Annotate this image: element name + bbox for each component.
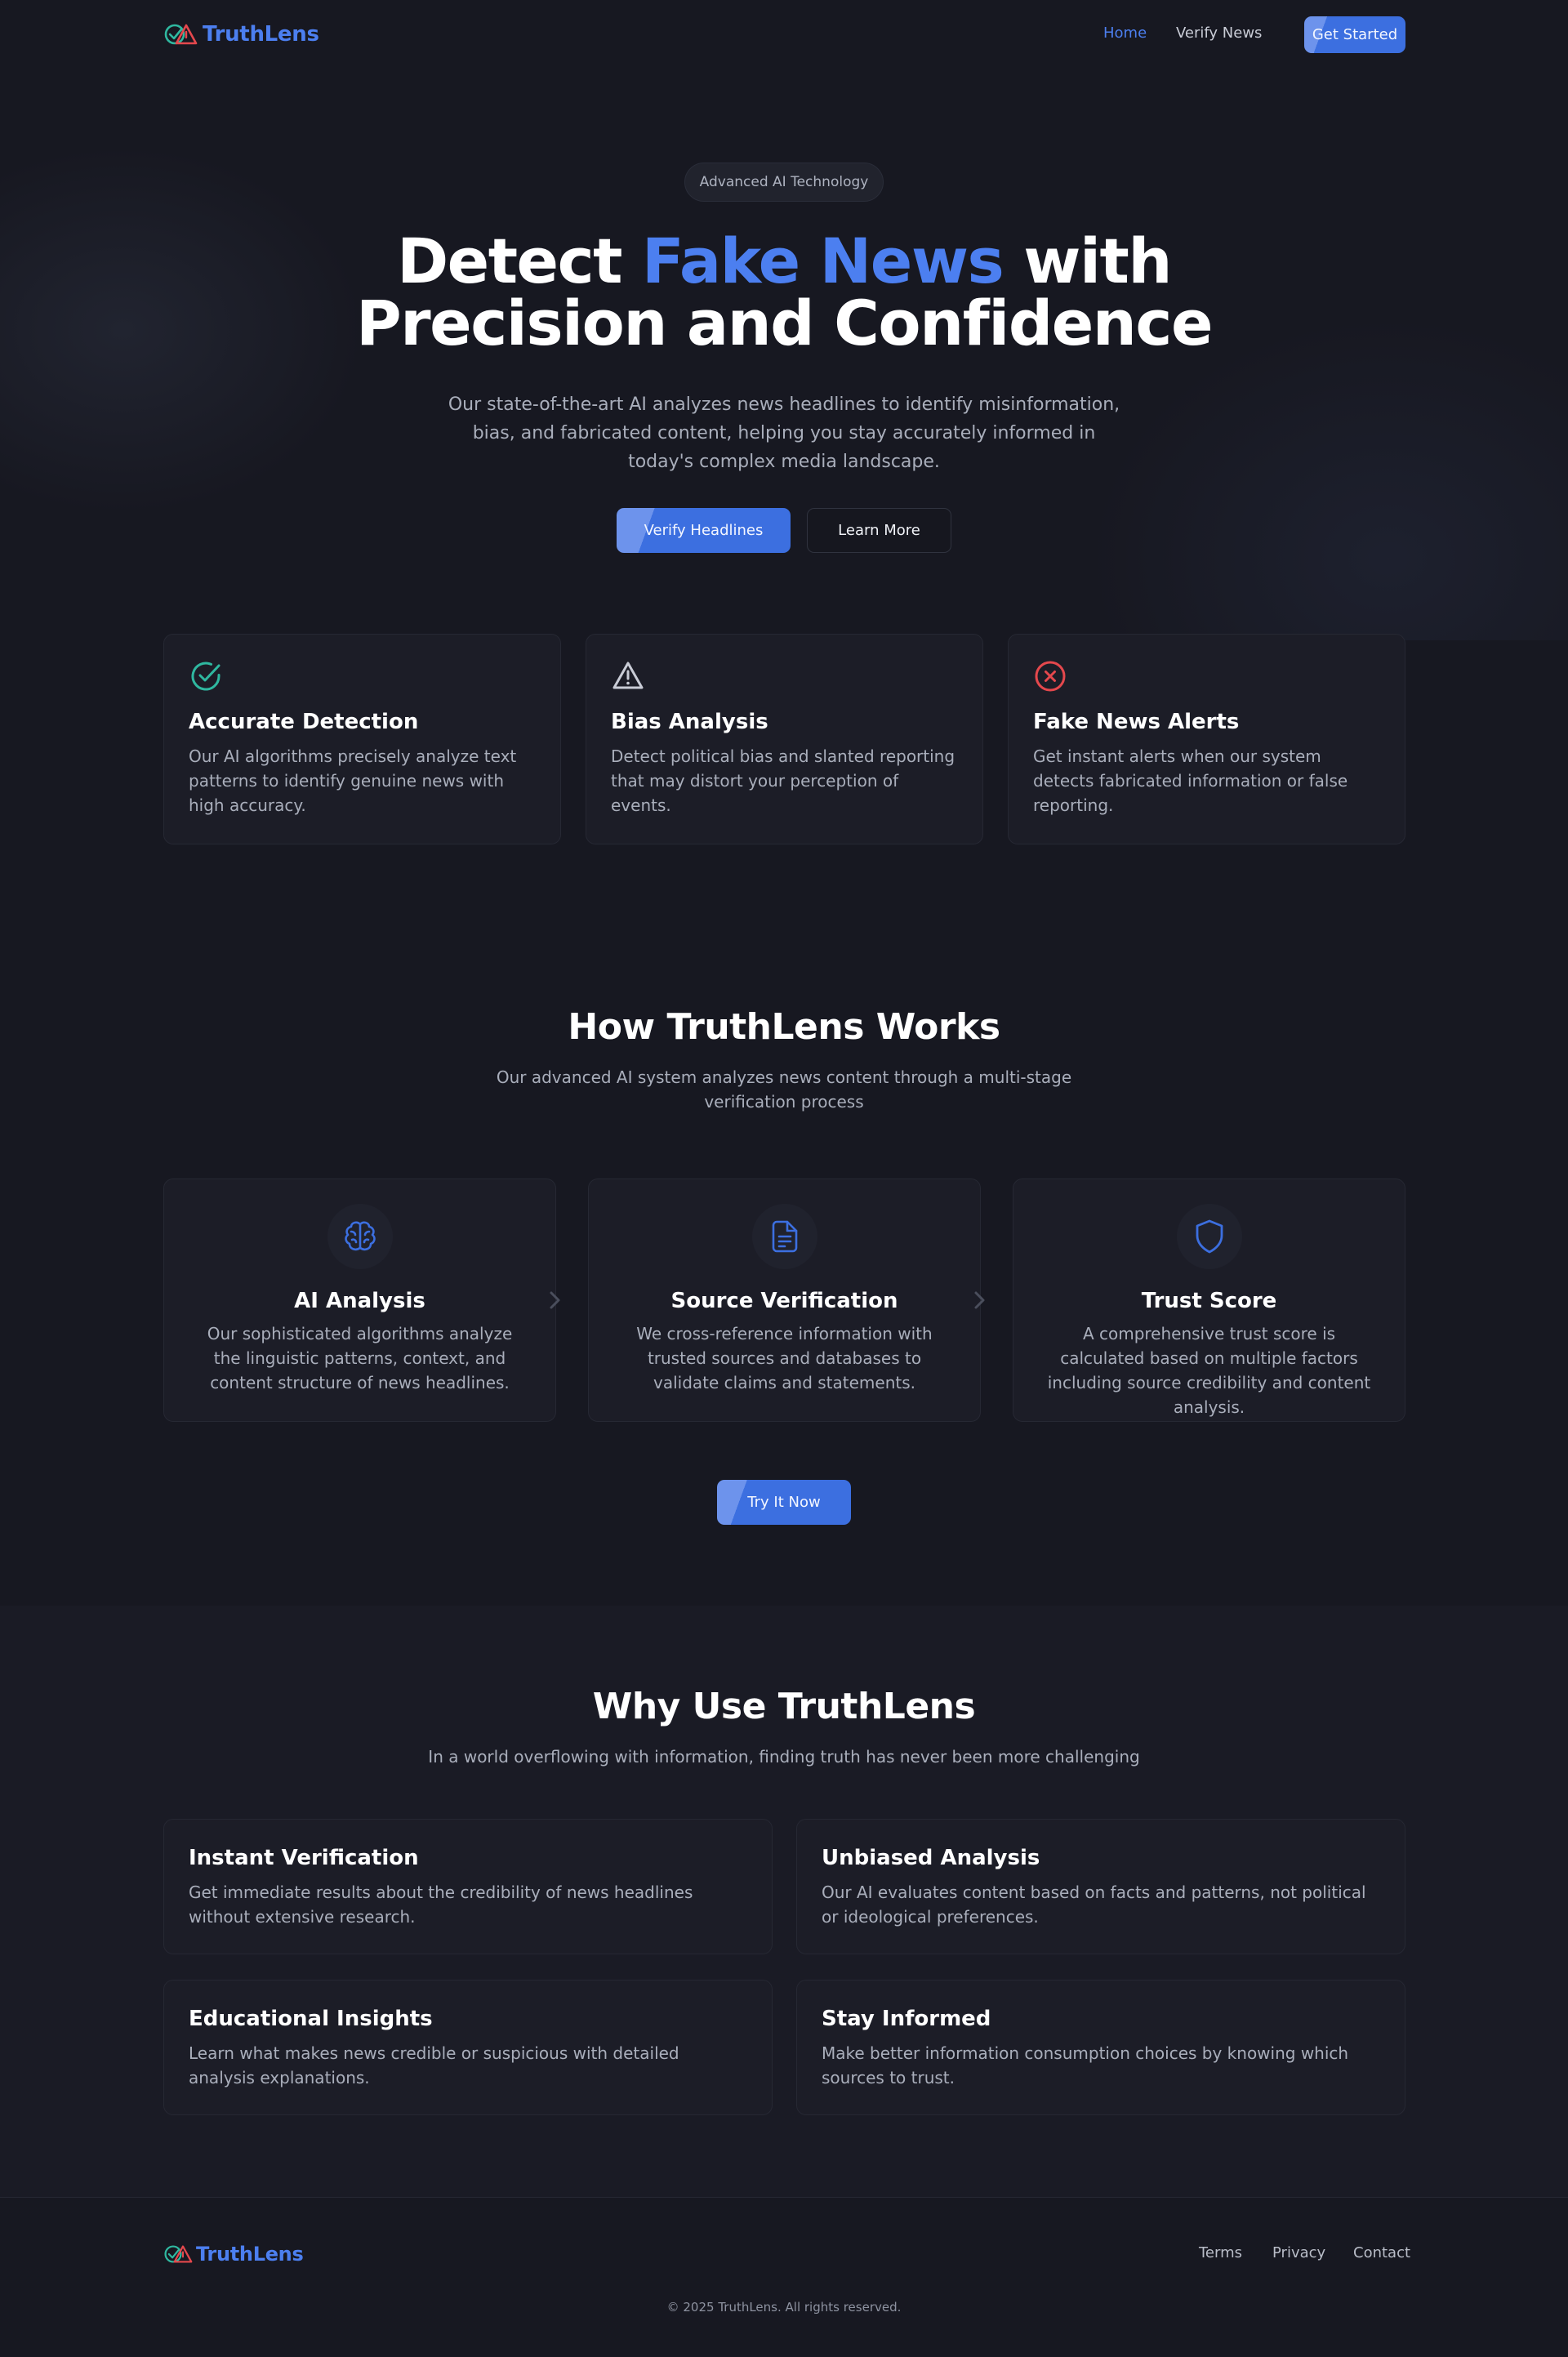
copyright-text: © 2025 TruthLens. All rights reserved.	[666, 2300, 902, 2315]
step-icon-circle	[327, 1204, 393, 1269]
step-description: Our sophisticated algorithms analyze the…	[207, 1324, 513, 1392]
hero-title: Detect Fake News with Precision and Conf…	[294, 230, 1274, 354]
hero-badge: Advanced AI Technology	[684, 163, 884, 202]
truthlens-logo-icon	[164, 24, 198, 45]
logo[interactable]: TruthLens	[163, 20, 319, 49]
footer-link-privacy[interactable]: Privacy	[1272, 2244, 1325, 2261]
warning-triangle-icon	[612, 662, 644, 689]
step-icon-circle	[751, 1204, 817, 1269]
step-title: AI Analysis	[294, 1289, 425, 1313]
step-card: AI Analysis Our sophisticated algorithms…	[163, 1178, 556, 1422]
benefit-title: Stay Informed	[822, 2007, 991, 2031]
nav-link-home[interactable]: Home	[1103, 25, 1147, 42]
get-started-button[interactable]: Get Started	[1304, 16, 1405, 53]
benefit-title: Unbiased Analysis	[822, 1846, 1040, 1870]
try-it-now-button[interactable]: Try It Now	[717, 1480, 851, 1525]
verify-headlines-button[interactable]: Verify Headlines	[617, 508, 791, 553]
feature-title: Accurate Detection	[189, 710, 419, 734]
step-title: Source Verification	[670, 1289, 898, 1313]
feature-card: Fake News Alerts Get instant alerts when…	[1008, 634, 1405, 844]
benefit-card: Stay Informed Make better information co…	[796, 1980, 1405, 2115]
step-description: We cross-reference information with trus…	[636, 1324, 933, 1392]
chevron-right-icon	[550, 1291, 560, 1309]
benefit-card: Unbiased Analysis Our AI evaluates conte…	[796, 1819, 1405, 1954]
hero-title-line2: Precision and Confidence	[355, 287, 1214, 359]
logo-text: TruthLens	[203, 22, 319, 47]
page: TruthLens Home Verify News Get Started A…	[0, 0, 1568, 2357]
shield-icon	[1196, 1219, 1223, 1254]
feature-description: Get instant alerts when our system detec…	[1033, 746, 1348, 815]
feature-card: Accurate Detection Our AI algorithms pre…	[163, 634, 561, 844]
check-circle-icon	[191, 662, 220, 691]
document-icon	[772, 1220, 797, 1253]
hero-subtitle: Our state-of-the-art AI analyzes news he…	[448, 394, 1120, 472]
step-description: A comprehensive trust score is calculate…	[1047, 1324, 1371, 1417]
footer	[0, 2197, 1568, 2357]
x-circle-icon	[1035, 661, 1066, 692]
feature-title: Fake News Alerts	[1033, 710, 1240, 734]
benefit-card: Educational Insights Learn what makes ne…	[163, 1980, 773, 2115]
step-card: Source Verification We cross-reference i…	[588, 1178, 981, 1422]
feature-card: Bias Analysis Detect political bias and …	[586, 634, 983, 844]
benefit-title: Instant Verification	[189, 1846, 419, 1870]
how-section-title: How TruthLens Works	[568, 1006, 1000, 1048]
why-section-subtitle: In a world overflowing with information,…	[428, 1747, 1140, 1767]
feature-description: Our AI algorithms precisely analyze text…	[189, 746, 517, 815]
learn-more-button[interactable]: Learn More	[807, 508, 951, 553]
benefit-description: Get immediate results about the credibil…	[189, 1882, 693, 1927]
benefit-description: Make better information consumption choi…	[822, 2043, 1349, 2087]
feature-title: Bias Analysis	[611, 710, 768, 734]
step-card: Trust Score A comprehensive trust score …	[1013, 1178, 1405, 1422]
chevron-right-icon	[974, 1291, 985, 1309]
top-navbar: TruthLens Home Verify News Get Started	[0, 0, 1568, 69]
step-icon-circle	[1176, 1204, 1242, 1269]
benefit-title: Educational Insights	[189, 2007, 433, 2031]
why-section-title: Why Use TruthLens	[592, 1686, 976, 1727]
footer-link-terms[interactable]: Terms	[1199, 2244, 1242, 2261]
nav-link-verify-news[interactable]: Verify News	[1176, 25, 1262, 42]
benefit-description: Our AI evaluates content based on facts …	[822, 1882, 1366, 1927]
brain-icon	[344, 1221, 376, 1251]
benefit-card: Instant Verification Get immediate resul…	[163, 1819, 773, 1954]
truthlens-logo-icon	[164, 2245, 193, 2263]
footer-logo-text: TruthLens	[196, 2243, 304, 2266]
footer-logo[interactable]: TruthLens	[163, 2239, 304, 2269]
how-section-subtitle: Our advanced AI system analyzes news con…	[496, 1067, 1072, 1112]
feature-description: Detect political bias and slanted report…	[611, 746, 956, 815]
footer-link-contact[interactable]: Contact	[1353, 2244, 1410, 2261]
step-title: Trust Score	[1141, 1289, 1277, 1313]
benefit-description: Learn what makes news credible or suspic…	[189, 2043, 679, 2087]
